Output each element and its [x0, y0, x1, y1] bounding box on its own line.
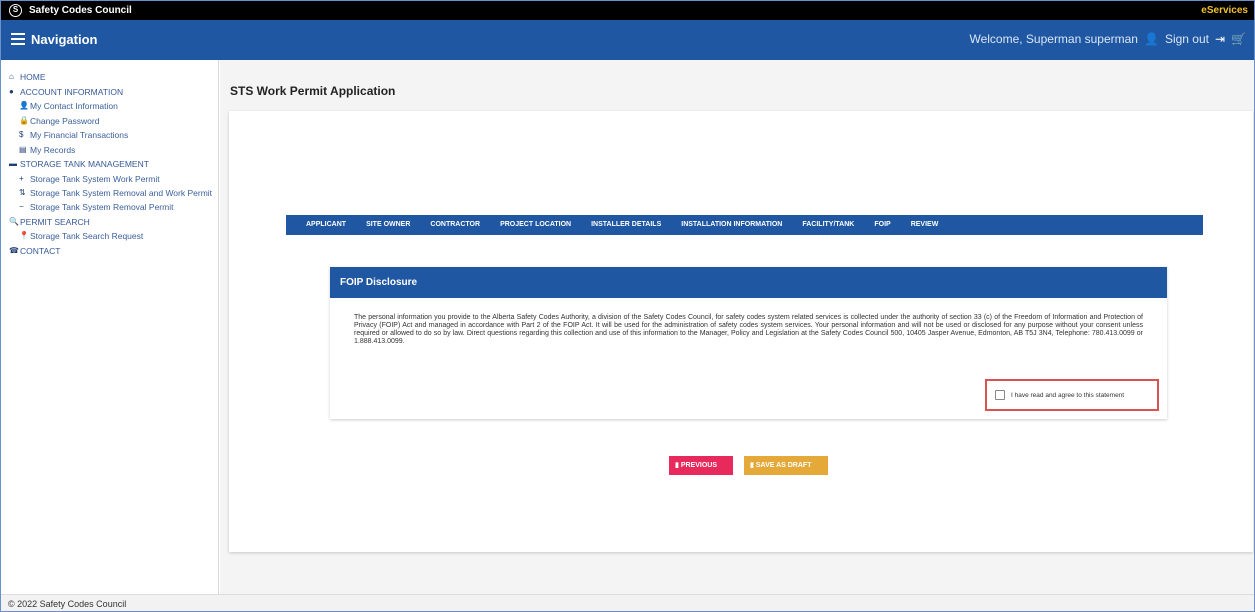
sidebar-item[interactable]: $ My Financial Transactions [9, 128, 218, 143]
sign-out-link[interactable]: Sign out [1165, 32, 1209, 46]
sign-out-icon[interactable]: ⇥ [1215, 32, 1225, 46]
page-title: STS Work Permit Application [230, 84, 396, 98]
plus-square-icon: + [19, 173, 24, 183]
eservices-label: eServices [1201, 5, 1248, 16]
sidebar-item-label: My Financial Transactions [30, 130, 129, 140]
sidebar-item[interactable]: + Storage Tank System Work Permit [9, 172, 218, 187]
lock-icon: 🔒 [19, 115, 29, 125]
save-as-draft-label: SAVE AS DRAFT [755, 462, 812, 469]
tab-project-location[interactable]: PROJECT LOCATION [490, 215, 581, 235]
tab-applicant[interactable]: APPLICANT [296, 215, 356, 235]
map-marker-icon: 📍 [19, 231, 29, 240]
tab-facility-tank[interactable]: FACILITY/TANK [792, 215, 864, 235]
application-card: APPLICANT SITE OWNER CONTRACTOR PROJECT LOC… [229, 111, 1253, 552]
main-content: STS Work Permit Application APPLICANT SIT… [220, 60, 1254, 594]
tab-foip[interactable]: FOIP [864, 215, 900, 235]
file-icon: ▮ [675, 462, 679, 469]
sidebar: ⌂ HOME ● ACCOUNT INFORMATION 👤 My Contact Inf… [1, 60, 219, 594]
home-icon: ⌂ [9, 72, 14, 81]
sidebar-item-label: PERMIT SEARCH [20, 216, 90, 227]
sidebar-item[interactable]: 📍 Storage Tank Search Request [9, 229, 218, 244]
sidebar-item-label: ACCOUNT INFORMATION [20, 86, 124, 97]
tab-site-owner[interactable]: SITE OWNER [356, 215, 420, 235]
user-menu: Welcome, Superman superman 👤 Sign out ⇥ … [969, 32, 1246, 46]
brand-name: Safety Codes Council [29, 5, 132, 16]
agree-checkbox[interactable] [995, 390, 1005, 400]
sidebar-item-label: CONTACT [20, 245, 61, 256]
file-icon: ▤ [19, 144, 27, 154]
sidebar-item-label: Change Password [30, 115, 100, 126]
user-edit-icon[interactable]: 👤 [1144, 32, 1159, 46]
sidebar-item[interactable]: ⌂ HOME [9, 70, 218, 85]
file-icon: ▮ [750, 462, 754, 469]
minus-circle-icon: − [19, 202, 24, 211]
sidebar-item-label: Storage Tank System Removal Permit [30, 202, 174, 212]
user-icon: 👤 [19, 101, 29, 110]
tab-installer-details[interactable]: INSTALLER DETAILS [581, 215, 671, 235]
sidebar-item-label: Storage Tank Search Request [30, 231, 144, 241]
sidebar-item-label: My Contact Information [30, 101, 118, 111]
dollar-icon: $ [19, 130, 24, 139]
sidebar-item-label: HOME [20, 72, 46, 82]
foip-title: FOIP Disclosure [330, 267, 1167, 298]
navigation-bar: Navigation Welcome, Superman superman 👤 … [1, 20, 1254, 60]
safety-codes-logo-icon: S [9, 4, 22, 17]
footer: © 2022 Safety Codes Council [1, 594, 1254, 611]
hamburger-menu-icon[interactable] [11, 33, 25, 45]
sidebar-item[interactable]: − Storage Tank System Removal Permit [9, 200, 218, 215]
tab-installation-information[interactable]: INSTALLATION INFORMATION [671, 215, 792, 235]
exchange-icon: ⇅ [19, 188, 26, 197]
sidebar-item-label: My Records [30, 144, 76, 155]
truck-icon: ▬ [9, 159, 17, 168]
sidebar-item-label: STORAGE TANK MANAGEMENT [20, 159, 149, 169]
wizard-tabs: APPLICANT SITE OWNER CONTRACTOR PROJECT LOC… [286, 215, 1203, 235]
tab-contractor[interactable]: CONTRACTOR [420, 215, 490, 235]
sidebar-item[interactable]: 👤 My Contact Information [9, 99, 218, 114]
previous-button[interactable]: ▮ PREVIOUS [669, 456, 733, 475]
sidebar-item[interactable]: 🔍 PERMIT SEARCH [9, 215, 218, 230]
save-as-draft-button[interactable]: ▮ SAVE AS DRAFT [744, 456, 828, 475]
agree-highlight-box: I have read and agree to this statement [985, 379, 1159, 411]
sidebar-item[interactable]: 🔒 Change Password [9, 114, 218, 129]
sidebar-item-label: Storage Tank System Work Permit [30, 173, 160, 184]
phone-icon: ☎ [9, 245, 19, 255]
foip-disclosure-text: The personal information you provide to … [354, 314, 1143, 345]
sidebar-item[interactable]: ● ACCOUNT INFORMATION [9, 85, 218, 100]
previous-button-label: PREVIOUS [680, 462, 718, 469]
agree-label[interactable]: I have read and agree to this statement [1011, 392, 1124, 399]
top-bar: S Safety Codes Council eServices [1, 1, 1254, 20]
info-icon: ● [9, 86, 14, 96]
cart-icon[interactable]: 🛒 [1231, 32, 1246, 46]
sidebar-item[interactable]: ☎ CONTACT [9, 244, 218, 259]
sidebar-item-label: Storage Tank System Removal and Work Per… [30, 188, 213, 198]
search-icon: 🔍 [9, 216, 19, 226]
sidebar-item[interactable]: ▬ STORAGE TANK MANAGEMENT [9, 157, 218, 172]
app-window: S Safety Codes Council eServices Navigat… [0, 0, 1255, 612]
welcome-text: Welcome, Superman superman [969, 32, 1138, 46]
sidebar-item[interactable]: ▤ My Records [9, 143, 218, 158]
tab-review[interactable]: REVIEW [901, 215, 949, 235]
navigation-title[interactable]: Navigation [31, 32, 97, 47]
foip-panel: FOIP Disclosure The personal information… [330, 267, 1167, 419]
sidebar-item[interactable]: ⇅ Storage Tank System Removal and Work Pe… [9, 186, 218, 200]
